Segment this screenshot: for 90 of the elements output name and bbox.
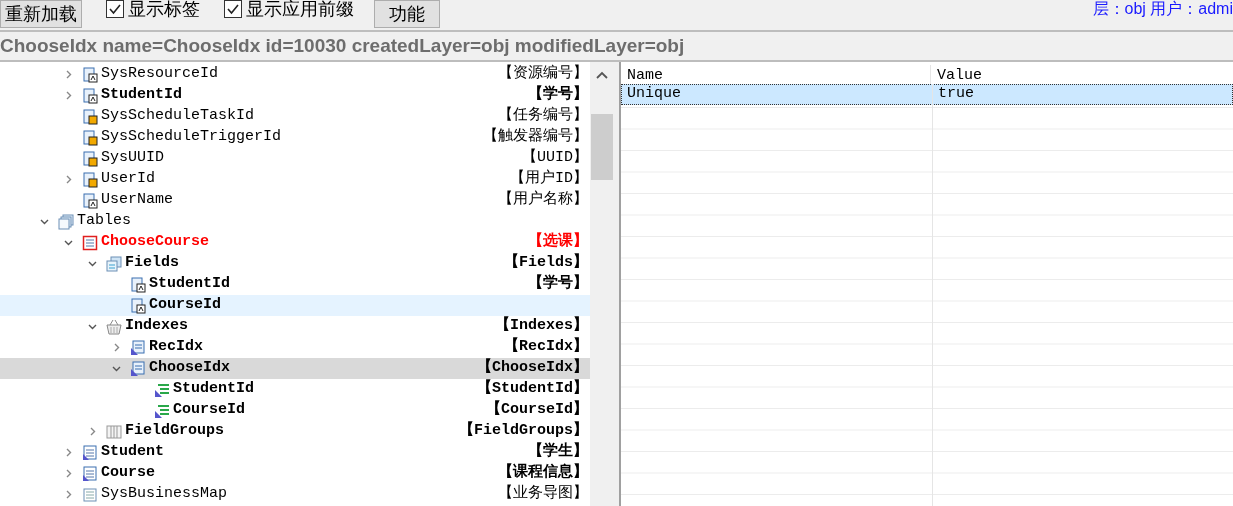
item-name: Student — [101, 442, 164, 463]
item-label: 【任务编号】 — [498, 105, 588, 127]
item-label: 【UUID】 — [522, 147, 588, 169]
item-label: 【StudentId】 — [477, 378, 588, 400]
table-icon — [82, 234, 98, 251]
item-label: 【触发器编号】 — [483, 126, 588, 148]
item-name: SysResourceId — [101, 64, 219, 85]
property-value: true — [937, 84, 975, 105]
function-button[interactable]: 功能 — [374, 0, 440, 28]
item-name: UserId — [101, 169, 155, 190]
chevron-right-icon[interactable] — [64, 91, 73, 100]
tree-item[interactable]: ChooseIdx 【ChooseIdx】 — [0, 358, 590, 379]
table-icon — [82, 465, 98, 482]
locked-field-icon — [82, 171, 98, 188]
property-row[interactable]: Unique true — [621, 84, 1233, 105]
item-name: StudentId — [149, 274, 230, 295]
checkbox[interactable] — [106, 0, 124, 18]
chevron-right-icon[interactable] — [64, 175, 73, 184]
item-name: Tables — [77, 211, 131, 232]
item-label: 【业务导图】 — [498, 483, 588, 505]
locked-field-icon — [82, 108, 98, 125]
item-name: SysUUID — [101, 148, 164, 169]
item-label: 【资源编号】 — [498, 63, 588, 85]
item-label: 【学号】 — [528, 273, 588, 295]
item-name: FieldGroups — [125, 421, 225, 442]
field-icon — [82, 66, 98, 83]
checkbox-label: 显示应用前缀 — [246, 0, 354, 21]
chevron-down-icon[interactable] — [112, 364, 121, 373]
item-name: StudentId — [101, 85, 182, 106]
basket-icon — [106, 318, 122, 335]
item-name: RecIdx — [149, 337, 203, 358]
item-label: 【用户ID】 — [510, 168, 588, 190]
index-field-icon — [154, 381, 170, 398]
field-icon — [130, 297, 146, 314]
tables-icon — [58, 213, 74, 230]
chevron-down-icon[interactable] — [88, 259, 97, 268]
checkbox[interactable] — [224, 0, 242, 18]
checkbox-label: 显示标签 — [128, 0, 200, 21]
item-label: 【RecIdx】 — [504, 336, 588, 358]
item-label: 【Fields】 — [504, 252, 588, 274]
item-label: 【学号】 — [528, 84, 588, 106]
item-label: 【CourseId】 — [486, 399, 588, 421]
item-name: CourseId — [173, 400, 245, 421]
chevron-right-icon[interactable] — [112, 343, 121, 352]
columns-icon — [106, 423, 122, 440]
item-name: CourseId — [149, 295, 221, 316]
item-name: SysScheduleTaskId — [101, 106, 255, 127]
reload-button[interactable]: 重新加载 — [0, 0, 82, 28]
item-name: Fields — [125, 253, 179, 274]
field-icon — [130, 276, 146, 293]
item-label: 【学生】 — [528, 441, 588, 463]
item-label: 【FieldGroups】 — [458, 420, 588, 442]
item-name: SysBusinessMap — [101, 484, 228, 505]
item-name: UserName — [101, 190, 173, 211]
item-label: 【Indexes】 — [495, 315, 588, 337]
status-text: 层：obj 用户：admi — [1092, 0, 1233, 18]
tree-item[interactable]: CourseId — [0, 295, 590, 316]
chevron-down-icon[interactable] — [40, 217, 49, 226]
scroll-up-icon[interactable] — [596, 71, 608, 79]
table-icon — [82, 444, 98, 461]
item-name: ChooseIdx — [149, 358, 230, 379]
fields-icon — [106, 255, 122, 272]
chevron-down-icon[interactable] — [88, 322, 97, 331]
scroll-thumb[interactable] — [591, 114, 613, 180]
chevron-right-icon[interactable] — [64, 490, 73, 499]
item-label: 【用户名称】 — [498, 189, 588, 211]
chevron-right-icon[interactable] — [88, 427, 97, 436]
chevron-right-icon[interactable] — [64, 70, 73, 79]
object-title: ChooseIdx name=ChooseIdx id=10030 createdLayer=obj modifiedLayer=obj — [0, 33, 685, 58]
item-label: 【选课】 — [528, 231, 588, 253]
index-field-icon — [154, 402, 170, 419]
field-icon — [82, 192, 98, 209]
index-icon — [130, 360, 146, 377]
item-name: Indexes — [125, 316, 188, 337]
item-name: StudentId — [173, 379, 254, 400]
chevron-right-icon[interactable] — [64, 469, 73, 478]
item-label: 【课程信息】 — [498, 462, 588, 484]
chevron-down-icon[interactable] — [64, 238, 73, 247]
locked-field-icon — [82, 150, 98, 167]
index-icon — [130, 339, 146, 356]
chevron-right-icon[interactable] — [64, 448, 73, 457]
item-name: ChooseCourse — [101, 232, 210, 253]
locked-field-icon — [82, 129, 98, 146]
table-icon — [82, 486, 98, 503]
item-name: Course — [101, 463, 155, 484]
item-label: 【ChooseIdx】 — [477, 357, 588, 379]
property-name: Unique — [626, 84, 682, 105]
item-name: SysScheduleTriggerId — [101, 127, 282, 148]
column-header[interactable]: Value — [931, 65, 1233, 84]
field-icon — [82, 87, 98, 104]
